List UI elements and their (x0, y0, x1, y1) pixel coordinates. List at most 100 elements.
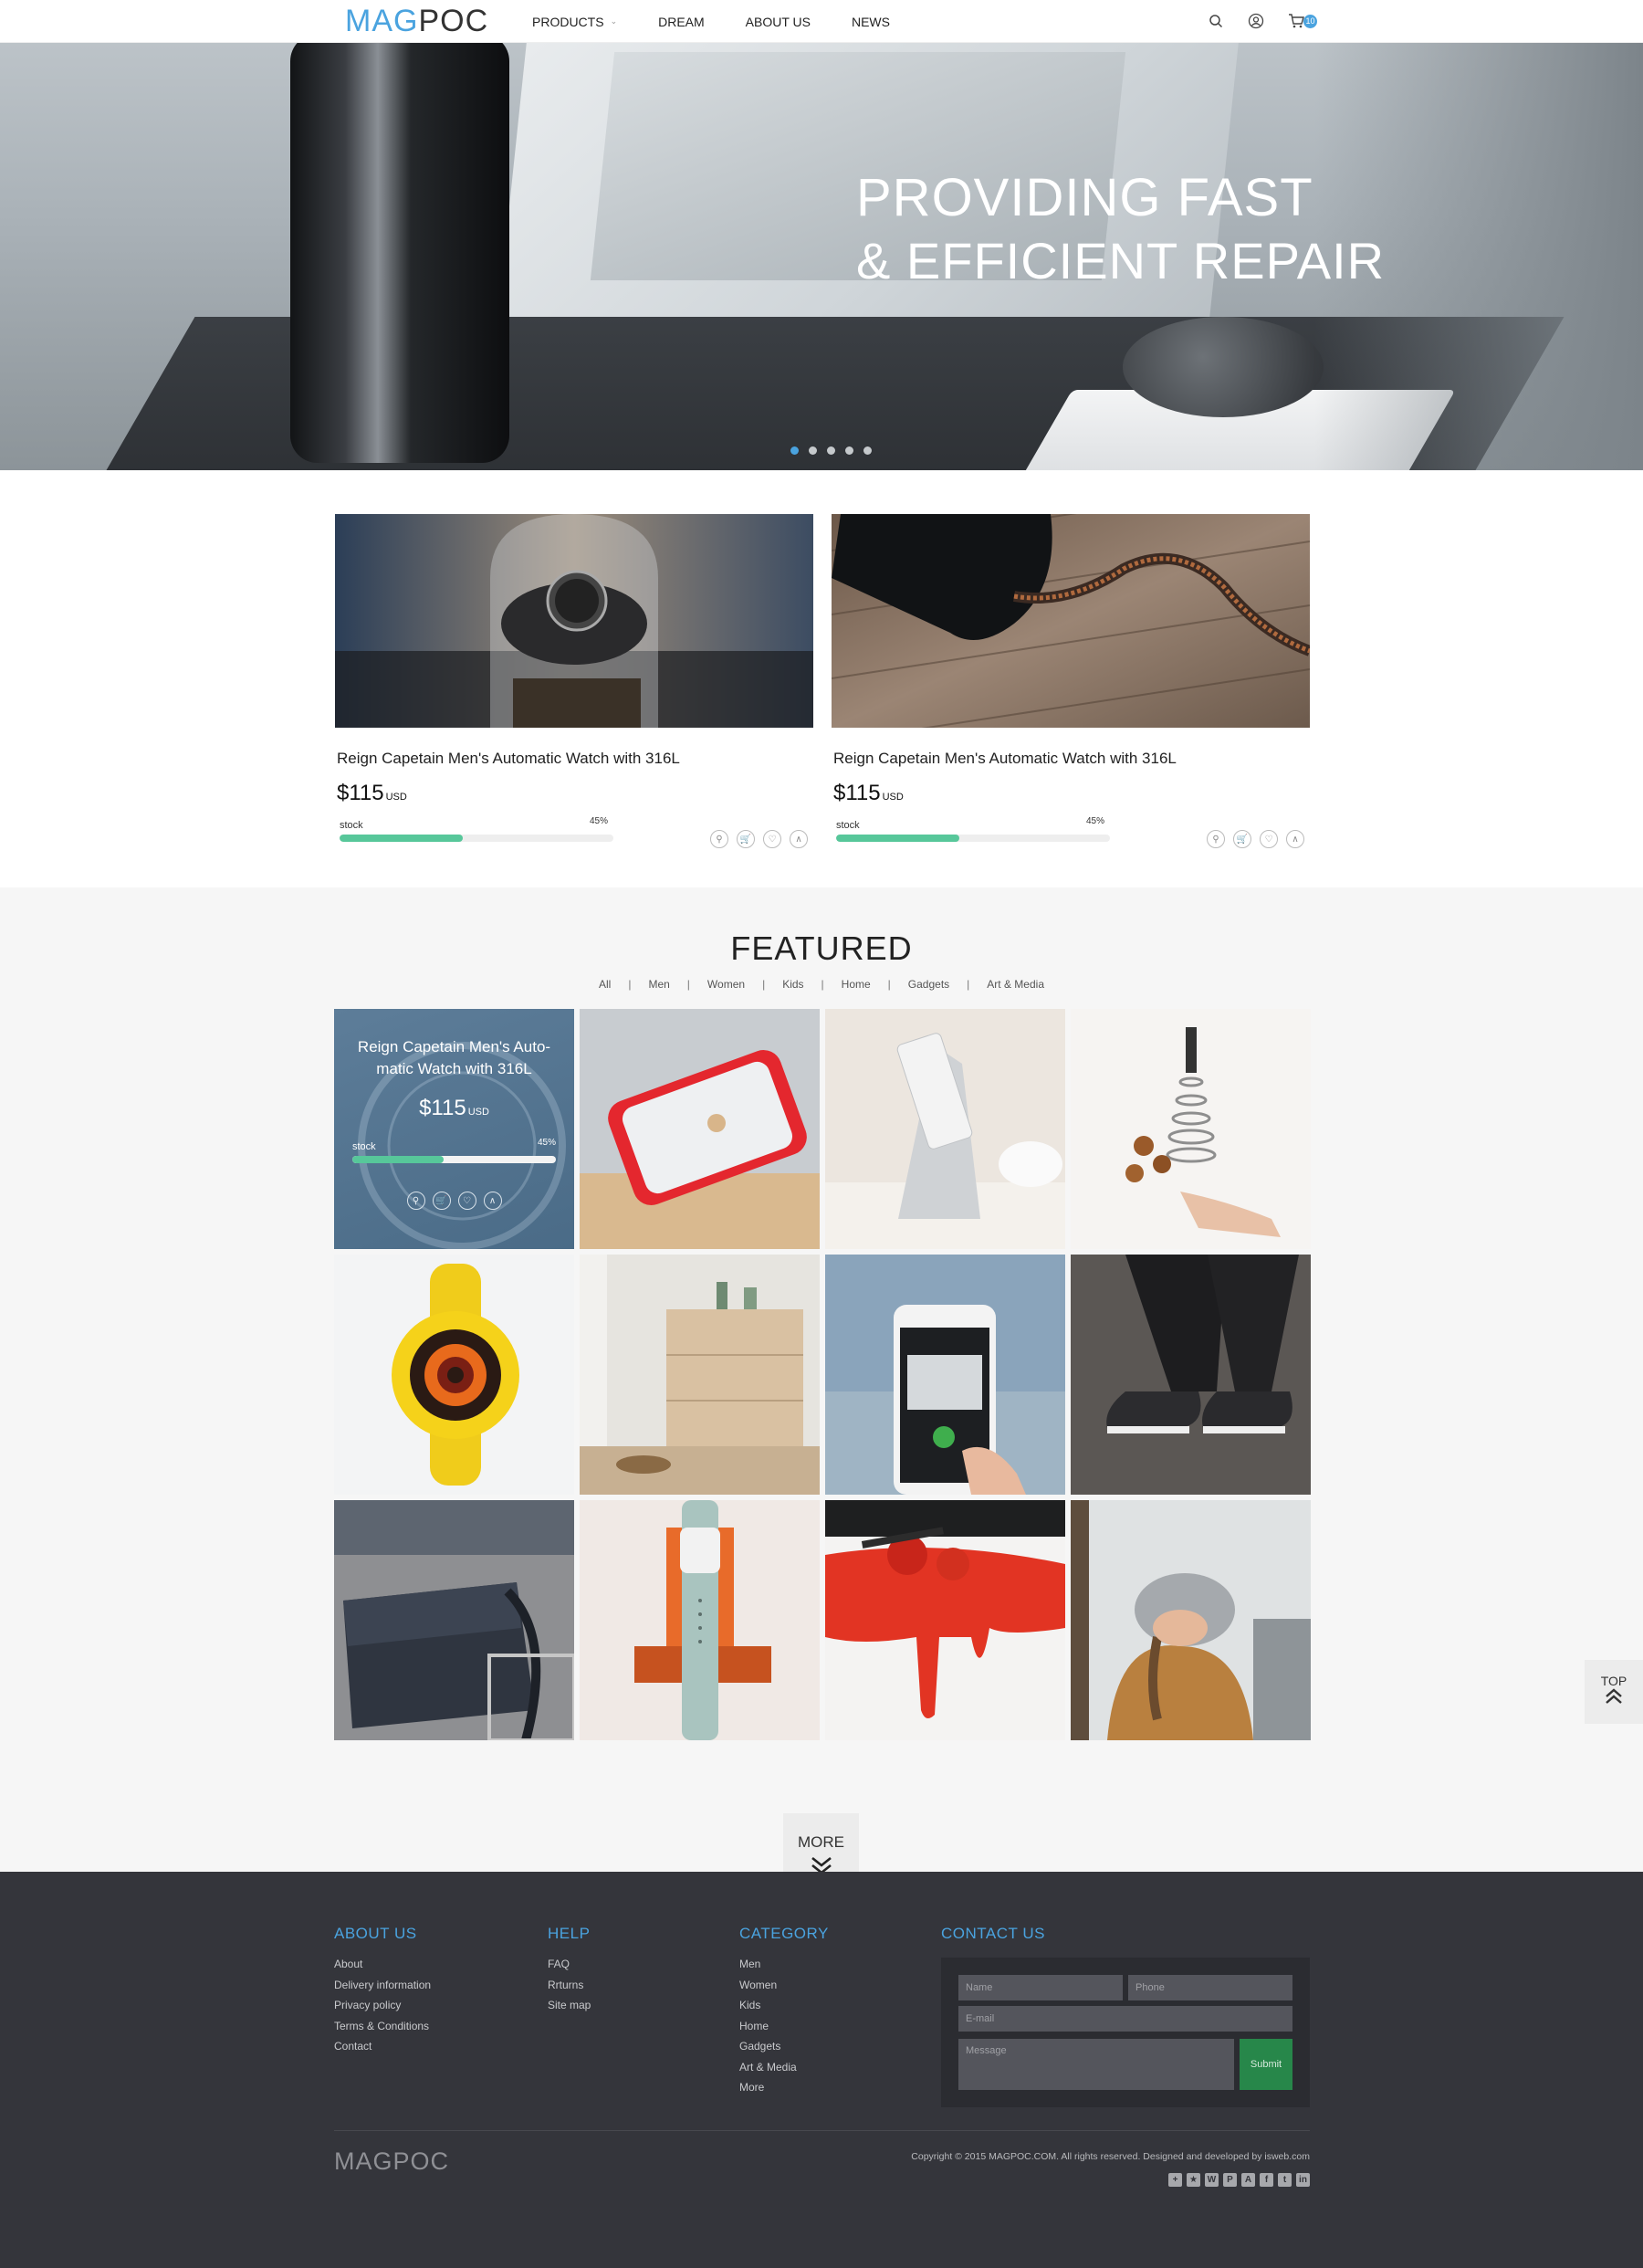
share-icon[interactable]: ∧ (483, 1192, 502, 1210)
promo-price-value: $115 (337, 781, 384, 805)
footer-link-women[interactable]: Women (739, 1975, 829, 1996)
featured-tile-yellow-watch[interactable] (334, 1255, 574, 1495)
wishlist-heart-icon[interactable]: ♡ (457, 1192, 476, 1210)
quick-view-icon[interactable]: ⚲ (406, 1192, 425, 1210)
wishlist-heart-icon[interactable]: ♡ (763, 830, 781, 848)
footer-link-privacy[interactable]: Privacy policy (334, 1995, 431, 2016)
weibo-icon[interactable]: W (1205, 2173, 1219, 2187)
filter-women[interactable]: Women (707, 978, 745, 991)
header-icons: 10 (1185, 12, 1317, 30)
linkedin-icon[interactable]: in (1296, 2173, 1310, 2187)
back-to-top-label: TOP (1600, 1674, 1627, 1688)
featured-tile-sneakers[interactable] (1071, 1255, 1311, 1495)
nav-about-us[interactable]: ABOUT US (746, 15, 811, 29)
cart-icon[interactable]: 10 (1287, 12, 1317, 30)
featured-tile-nutcracker[interactable] (1071, 1009, 1311, 1249)
contact-message-field[interactable]: Message (958, 2039, 1234, 2090)
add-to-cart-icon[interactable]: 🛒 (432, 1192, 451, 1210)
cart-count-badge: 10 (1303, 15, 1317, 28)
chevron-down-icon: ⌄ (610, 16, 618, 26)
logo-poc: POC (418, 4, 489, 38)
nav-products[interactable]: PRODUCTS ⌄ (532, 15, 617, 29)
footer-logo[interactable]: MAGPOC (334, 2147, 449, 2176)
social-links: + ★ W P A f t in (1164, 2173, 1310, 2187)
footer-link-kids[interactable]: Kids (739, 1995, 829, 2016)
footer-link-returns[interactable]: Rrturns (548, 1975, 591, 1996)
promo-name[interactable]: Reign Capetain Men's Automatic Watch wit… (833, 750, 1310, 768)
promo-name[interactable]: Reign Capetain Men's Automatic Watch wit… (337, 750, 813, 768)
main-nav: PRODUCTS ⌄ DREAM ABOUT US NEWS (532, 0, 931, 43)
promo-currency: USD (882, 792, 904, 803)
filter-separator: | (686, 978, 690, 991)
back-to-top-button[interactable]: TOP (1585, 1660, 1643, 1724)
share-icon[interactable]: ∧ (790, 830, 808, 848)
add-to-cart-icon[interactable]: 🛒 (737, 830, 755, 848)
user-icon[interactable] (1247, 12, 1265, 30)
quick-view-icon[interactable]: ⚲ (710, 830, 728, 848)
hero-dot-1[interactable] (790, 446, 799, 455)
featured-tile-watch-overlay[interactable]: Reign Capetain Men's Auto-matic Watch wi… (334, 1009, 574, 1249)
footer-link-faq[interactable]: FAQ (548, 1954, 591, 1975)
featured-tile-phone-stand[interactable] (825, 1009, 1065, 1249)
hero-dot-4[interactable] (845, 446, 853, 455)
stock-bar-fill (340, 835, 463, 842)
stock-bar (340, 835, 613, 842)
stock-percent: 45% (1085, 816, 1104, 826)
contact-phone-field[interactable]: Phone (1128, 1975, 1292, 2000)
star-icon[interactable]: ★ (1187, 2173, 1200, 2187)
pinterest-icon[interactable]: P (1223, 2173, 1237, 2187)
contact-name-field[interactable]: Name (958, 1975, 1123, 2000)
filter-kids[interactable]: Kids (782, 978, 803, 991)
nav-news[interactable]: NEWS (852, 15, 890, 29)
featured-tile-messenger-bag[interactable] (334, 1500, 574, 1740)
overlay-product-name: Reign Capetain Men's Auto-matic Watch wi… (357, 1038, 551, 1077)
featured-tile-dresser[interactable] (580, 1255, 820, 1495)
featured-tile-watch-strap[interactable] (580, 1500, 820, 1740)
filter-men[interactable]: Men (648, 978, 669, 991)
footer-link-more[interactable]: More (739, 2077, 829, 2098)
hero-banner: PROVIDING FAST & EFFICIENT REPAIR (0, 43, 1643, 470)
featured-tile-smart-app[interactable] (825, 1255, 1065, 1495)
filter-home[interactable]: Home (842, 978, 871, 991)
footer-link-home[interactable]: Home (739, 2016, 829, 2037)
nav-dream[interactable]: DREAM (658, 15, 705, 29)
footer-link-gadgets[interactable]: Gadgets (739, 2036, 829, 2057)
share-icon[interactable]: ∧ (1286, 830, 1304, 848)
footer-link-terms[interactable]: Terms & Conditions (334, 2016, 431, 2037)
footer-link-contact[interactable]: Contact (334, 2036, 431, 2057)
twitter-icon[interactable]: t (1278, 2173, 1292, 2187)
site-logo[interactable]: MAGPOC (345, 5, 488, 37)
filter-all[interactable]: All (599, 978, 611, 991)
featured-tile-ostrich-pillow[interactable] (1071, 1500, 1311, 1740)
featured-tile-cutting-board[interactable] (825, 1500, 1065, 1740)
featured-section: FEATURED All | Men | Women | Kids | Home | Ga… (0, 887, 1643, 1872)
filter-separator: | (762, 978, 766, 991)
wishlist-heart-icon[interactable]: ♡ (1260, 830, 1278, 848)
hero-dot-2[interactable] (809, 446, 817, 455)
google-plus-icon[interactable]: + (1168, 2173, 1182, 2187)
promo-image-watch[interactable] (335, 514, 813, 728)
facebook-icon[interactable]: f (1260, 2173, 1273, 2187)
hero-dot-3[interactable] (827, 446, 835, 455)
stock-bar-fill (352, 1156, 445, 1163)
hero-dot-5[interactable] (863, 446, 872, 455)
stock-bar (352, 1156, 556, 1163)
filter-gadgets[interactable]: Gadgets (908, 978, 949, 991)
hero-image-mac-pro (290, 43, 509, 463)
contact-submit-button[interactable]: Submit (1240, 2039, 1292, 2090)
footer-link-men[interactable]: Men (739, 1954, 829, 1975)
contact-email-field[interactable]: E-mail (958, 2006, 1292, 2032)
footer-link-art-media[interactable]: Art & Media (739, 2057, 829, 2078)
featured-tile-phone-case[interactable] (580, 1009, 820, 1249)
hero-title-line2: & EFFICIENT REPAIR (856, 232, 1386, 289)
filter-art-media[interactable]: Art & Media (987, 978, 1044, 991)
promo-image-cable[interactable] (832, 514, 1310, 728)
app-store-icon[interactable]: A (1241, 2173, 1255, 2187)
search-icon[interactable] (1207, 12, 1225, 30)
footer-link-site-map[interactable]: Site map (548, 1995, 591, 2016)
quick-view-icon[interactable]: ⚲ (1207, 830, 1225, 848)
footer-link-about[interactable]: About (334, 1954, 431, 1975)
filter-separator: | (967, 978, 970, 991)
footer-link-delivery[interactable]: Delivery information (334, 1975, 431, 1996)
add-to-cart-icon[interactable]: 🛒 (1233, 830, 1251, 848)
